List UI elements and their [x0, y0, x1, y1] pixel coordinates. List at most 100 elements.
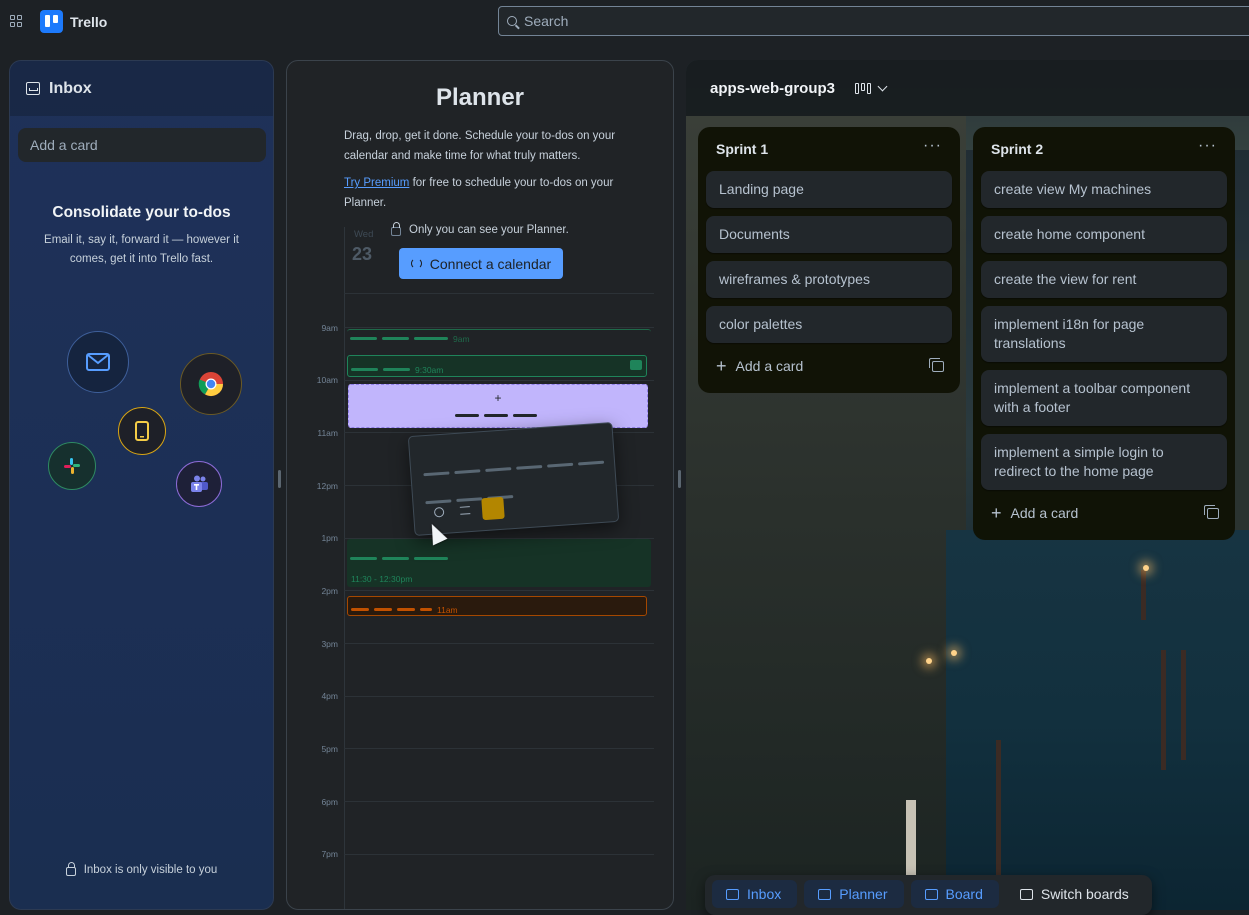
- inbox-header: Inbox: [10, 61, 273, 116]
- inbox-visibility-note: Inbox is only visible to you: [10, 862, 273, 876]
- inbox-add-card-input[interactable]: [18, 128, 266, 162]
- hour-line: [344, 327, 654, 328]
- hour-label: 6pm: [321, 797, 338, 807]
- add-card-button[interactable]: + Add a card: [991, 503, 1078, 523]
- board-name[interactable]: apps-web-group3: [710, 80, 835, 97]
- list-cards: create view My machines create home comp…: [981, 171, 1227, 490]
- background-light: [1143, 565, 1149, 571]
- switch-boards-icon: [1019, 888, 1033, 900]
- trello-logo-icon: [40, 10, 63, 33]
- hour-label: 2pm: [321, 586, 338, 596]
- background-light: [951, 650, 957, 656]
- background-pole: [1161, 650, 1166, 770]
- card[interactable]: color palettes: [706, 306, 952, 343]
- drop-slot[interactable]: +: [348, 384, 648, 428]
- template-icon[interactable]: [929, 357, 944, 372]
- try-premium-link[interactable]: Try Premium: [344, 177, 409, 189]
- card[interactable]: Landing page: [706, 171, 952, 208]
- inbox-icon: [26, 82, 40, 95]
- mail-icon: [67, 331, 129, 393]
- event-time: 11:30 - 12:30pm: [351, 574, 413, 584]
- list-header: Sprint 1 ···: [706, 135, 952, 163]
- list-footer: + Add a card: [981, 494, 1227, 532]
- inbox-subtitle: Email it, say it, forward it — however i…: [44, 234, 239, 265]
- hour-label: 5pm: [321, 744, 338, 754]
- hour-label: 3pm: [321, 639, 338, 649]
- plus-icon: +: [716, 356, 727, 376]
- connect-calendar-label: Connect a calendar: [429, 255, 552, 272]
- search-bar[interactable]: [498, 6, 1249, 36]
- hour-line: [344, 380, 654, 381]
- app-switcher-icon[interactable]: [10, 15, 24, 27]
- hour-line: [344, 854, 654, 855]
- top-bar: Trello: [0, 0, 1249, 42]
- inbox-panel: Inbox Consolidate your to-dos Email it, …: [9, 60, 274, 910]
- board-panel: apps-web-group3 Sprint 1 ··· Landing pag…: [686, 60, 1249, 910]
- info-icon: [433, 506, 445, 518]
- calendar-event[interactable]: 11:30 - 12:30pm: [347, 539, 651, 587]
- planner-panel: Planner Drag, drop, get it done. Schedul…: [286, 60, 674, 910]
- card[interactable]: wireframes & prototypes: [706, 261, 952, 298]
- hour-label: 12pm: [316, 481, 338, 491]
- card[interactable]: implement a simple login to redirect to …: [981, 434, 1227, 490]
- nav-inbox-label: Inbox: [747, 886, 782, 902]
- nav-board-button[interactable]: Board: [910, 880, 999, 908]
- card[interactable]: create view My machines: [981, 171, 1227, 208]
- inbox-footer-text: Inbox is only visible to you: [83, 863, 218, 876]
- calendar-event[interactable]: 9:30am: [347, 355, 647, 377]
- card[interactable]: create home component: [981, 216, 1227, 253]
- trello-logo[interactable]: Trello: [40, 10, 107, 33]
- card[interactable]: implement a toolbar component with a foo…: [981, 370, 1227, 426]
- chrome-icon: [180, 353, 242, 415]
- planner-description: Drag, drop, get it done. Schedule your t…: [344, 130, 616, 162]
- board-view-switcher[interactable]: [855, 81, 888, 94]
- event-time: 9:30am: [415, 364, 444, 375]
- hour-line: [344, 643, 654, 644]
- resize-handle-right[interactable]: [678, 470, 681, 488]
- list-sprint-2: Sprint 2 ··· create view My machines cre…: [973, 127, 1235, 540]
- card[interactable]: implement i18n for page translations: [981, 306, 1227, 362]
- list-title[interactable]: Sprint 1: [716, 141, 768, 157]
- background-water: [946, 530, 1249, 910]
- background-pole: [1181, 650, 1186, 760]
- slack-icon: [48, 442, 96, 490]
- more-icon[interactable]: ···: [1198, 138, 1217, 156]
- calendar-event[interactable]: 11am: [347, 596, 647, 616]
- list-footer: + Add a card: [706, 347, 952, 385]
- teams-icon: [176, 461, 222, 507]
- nav-switch-label: Switch boards: [1040, 886, 1129, 902]
- planner-premium-note: Try Premium for free to schedule your to…: [344, 174, 644, 213]
- hour-line: [344, 801, 654, 802]
- template-icon[interactable]: [1204, 504, 1219, 519]
- list-header: Sprint 2 ···: [981, 135, 1227, 163]
- clock-icon: [481, 496, 505, 521]
- search-input[interactable]: [524, 13, 1124, 29]
- chevron-down-icon: [877, 81, 888, 91]
- resize-handle-left[interactable]: [278, 470, 281, 488]
- search-icon: [507, 16, 517, 26]
- planner-private-note: Only you can see your Planner.: [391, 222, 569, 236]
- board-view-icon: [855, 82, 872, 94]
- nav-switch-boards-button[interactable]: Switch boards: [1006, 880, 1145, 908]
- description-icon: [459, 506, 471, 515]
- lock-icon: [65, 862, 76, 876]
- lock-icon: [391, 222, 401, 236]
- planner-title: Planner: [435, 84, 525, 111]
- event-card-icon: [630, 360, 642, 370]
- calendar-event[interactable]: 9am: [347, 329, 651, 347]
- calendar-icon: [818, 888, 832, 900]
- event-time: 11am: [437, 604, 458, 615]
- sync-icon: [410, 258, 422, 269]
- more-icon[interactable]: ···: [923, 138, 942, 156]
- connect-calendar-button[interactable]: Connect a calendar: [399, 248, 563, 279]
- hour-label: 1pm: [321, 533, 338, 543]
- nav-planner-button[interactable]: Planner: [804, 880, 904, 908]
- app-name: Trello: [70, 13, 108, 30]
- card[interactable]: Documents: [706, 216, 952, 253]
- plus-icon: +: [991, 503, 1002, 523]
- card[interactable]: create the view for rent: [981, 261, 1227, 298]
- nav-inbox-button[interactable]: Inbox: [712, 880, 798, 908]
- list-title[interactable]: Sprint 2: [991, 141, 1043, 157]
- add-card-button[interactable]: + Add a card: [716, 356, 803, 376]
- plus-icon: +: [494, 391, 502, 405]
